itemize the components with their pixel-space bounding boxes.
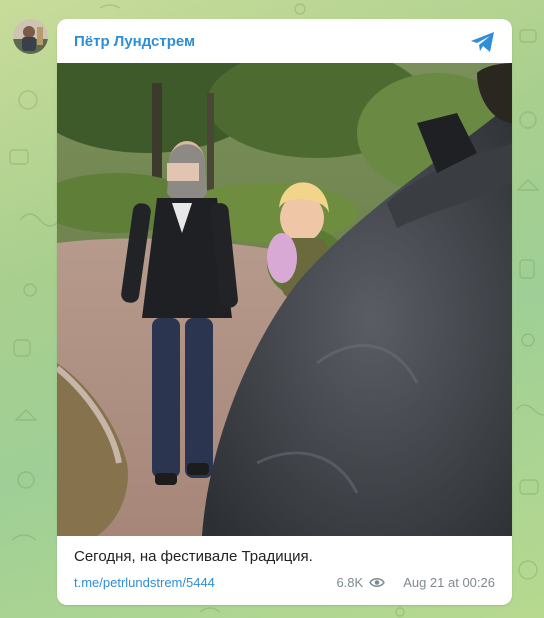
message-card: Пётр Лундстрем Сегодня, на фестивале Тра… bbox=[57, 19, 512, 605]
views-count: 6.8K bbox=[336, 575, 364, 590]
channel-name[interactable]: Пётр Лундстрем bbox=[74, 33, 195, 50]
channel-avatar-image bbox=[13, 19, 48, 54]
message-header: Пётр Лундстрем bbox=[57, 19, 512, 63]
post-caption: Сегодня, на фестивале Традиция. bbox=[74, 548, 313, 565]
telegram-icon[interactable] bbox=[470, 31, 496, 53]
eye-icon bbox=[369, 578, 386, 587]
message-footer: t.me/petrlundstrem/5444 6.8K Aug 21 at 0… bbox=[74, 575, 495, 593]
channel-avatar[interactable] bbox=[13, 19, 48, 54]
post-link[interactable]: t.me/petrlundstrem/5444 bbox=[74, 575, 215, 590]
post-meta: 6.8K Aug 21 at 00:26 bbox=[336, 575, 495, 590]
post-photo[interactable] bbox=[57, 63, 512, 536]
post-date: Aug 21 at 00:26 bbox=[403, 575, 495, 590]
post-photo-image bbox=[57, 63, 512, 536]
